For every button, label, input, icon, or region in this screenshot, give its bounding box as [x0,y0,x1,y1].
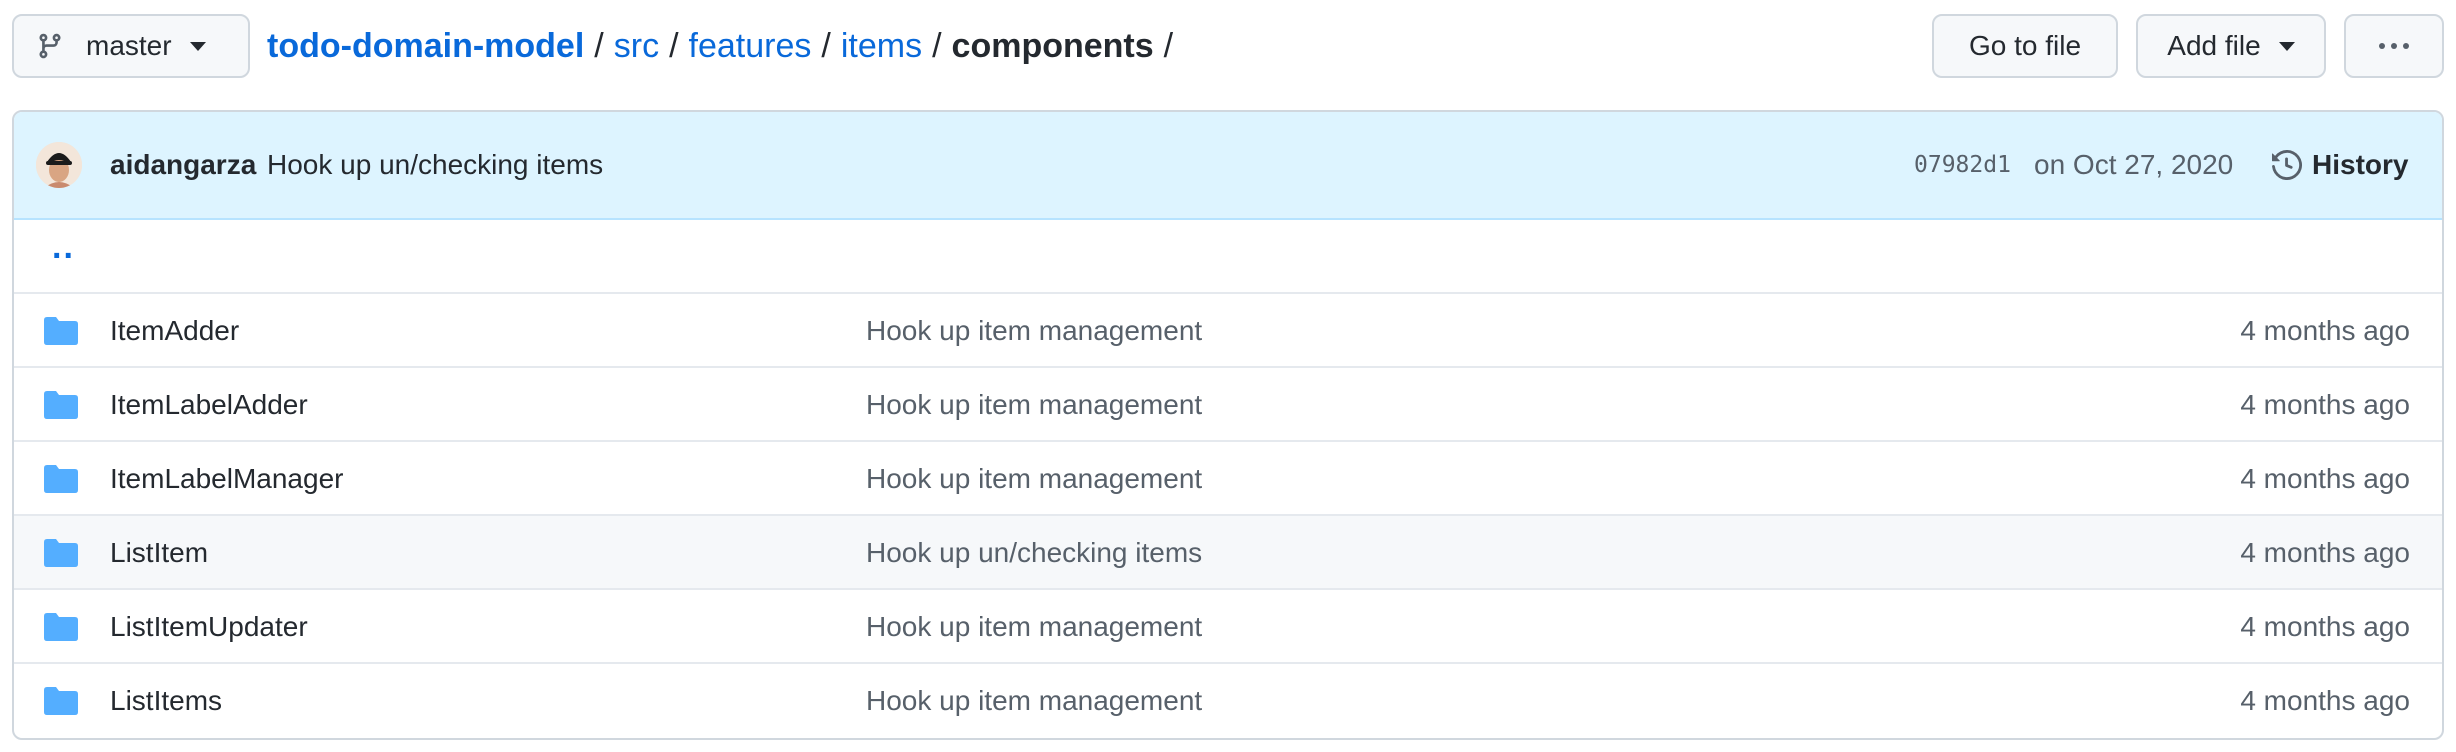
history-icon [2272,150,2302,180]
caret-down-icon [2278,41,2295,51]
author-avatar[interactable] [36,142,82,188]
folder-icon [44,317,78,345]
file-age: 4 months ago [2240,463,2410,494]
file-row[interactable]: ItemLabelManager Hook up item management… [14,442,2442,516]
file-commit-message-link[interactable]: Hook up item management [866,664,1202,738]
file-row[interactable]: ListItem Hook up un/checking items 4 mon… [14,516,2442,590]
file-row[interactable]: ListItems Hook up item management 4 mont… [14,664,2442,738]
file-name-link[interactable]: ItemLabelAdder [110,368,308,442]
caret-down-icon [189,41,206,51]
file-navigation: master todo-domain-model / src / feature… [12,14,2444,78]
file-age: 4 months ago [2240,389,2410,420]
breadcrumb-separator: / [669,26,679,65]
file-age: 4 months ago [2240,685,2410,716]
file-row[interactable]: ItemAdder Hook up item management 4 mont… [14,294,2442,368]
latest-commit-bar: aidangarza Hook up un/checking items 079… [14,112,2442,220]
breadcrumb-link-src[interactable]: src [614,27,659,66]
folder-icon [44,391,78,419]
folder-icon [44,539,78,567]
add-file-button[interactable]: Add file [2136,14,2326,78]
parent-directory-link[interactable]: .. [52,228,75,267]
history-label: History [2312,149,2409,180]
breadcrumb-link-items[interactable]: items [841,27,922,66]
file-name-link[interactable]: ListItem [110,516,208,590]
file-name-link[interactable]: ItemAdder [110,294,239,368]
file-age: 4 months ago [2240,537,2410,568]
commit-sha-link[interactable]: 07982d1 [1914,112,2011,218]
breadcrumb-link-features[interactable]: features [689,27,812,66]
add-file-label: Add file [2167,30,2261,61]
file-name-link[interactable]: ItemLabelManager [110,442,343,516]
commit-author-link[interactable]: aidangarza [110,112,256,218]
folder-icon [44,687,78,715]
breadcrumb-current-folder: components [951,26,1154,65]
file-commit-message-link[interactable]: Hook up item management [866,590,1202,664]
file-name-link[interactable]: ListItems [110,664,222,738]
file-age: 4 months ago [2240,315,2410,346]
git-branch-icon [39,33,61,59]
file-name-link[interactable]: ListItemUpdater [110,590,308,664]
kebab-horizontal-icon [2379,43,2409,49]
file-commit-message-link[interactable]: Hook up item management [866,368,1202,442]
breadcrumb-separator: / [594,26,604,65]
commit-message-link[interactable]: Hook up un/checking items [267,112,603,218]
folder-icon [44,613,78,641]
avatar-image [36,142,82,188]
breadcrumb: todo-domain-model / src / features / ite… [267,14,1183,78]
branch-name: master [86,30,172,61]
parent-directory-row: .. [14,220,2442,294]
file-rows: .. ItemAdder Hook up item management 4 m… [14,220,2442,738]
file-row[interactable]: ListItemUpdater Hook up item management … [14,590,2442,664]
folder-icon [44,465,78,493]
go-to-file-label: Go to file [1968,30,2082,61]
more-options-button[interactable] [2344,14,2444,78]
commit-date: on Oct 27, 2020 [2034,149,2234,180]
repo-file-browser: master todo-domain-model / src / feature… [0,0,2456,752]
breadcrumb-separator: / [1163,26,1174,65]
file-commit-message-link[interactable]: Hook up item management [866,294,1202,368]
file-commit-message-link[interactable]: Hook up un/checking items [866,516,1202,590]
breadcrumb-repo-link[interactable]: todo-domain-model [267,27,584,66]
go-to-file-button[interactable]: Go to file [1932,14,2118,78]
file-list: aidangarza Hook up un/checking items 079… [12,110,2444,740]
branch-select-button[interactable]: master [12,14,250,78]
breadcrumb-separator: / [821,26,831,65]
file-row[interactable]: ItemLabelAdder Hook up item management 4… [14,368,2442,442]
history-link[interactable]: History [2272,112,2408,218]
breadcrumb-separator: / [932,26,942,65]
file-commit-message-link[interactable]: Hook up item management [866,442,1202,516]
file-age: 4 months ago [2240,611,2410,642]
